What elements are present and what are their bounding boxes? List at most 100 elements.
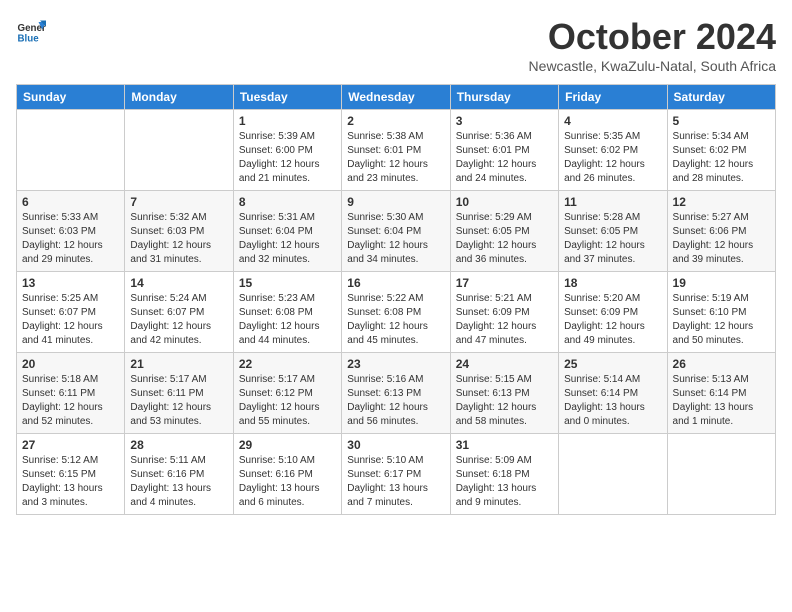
calendar-week-4: 20 Sunrise: 5:18 AM Sunset: 6:11 PM Dayli…	[17, 353, 776, 434]
day-number: 9	[347, 195, 444, 209]
day-number: 2	[347, 114, 444, 128]
day-info: Sunrise: 5:10 AM Sunset: 6:16 PM Dayligh…	[239, 454, 336, 510]
day-number: 15	[239, 276, 336, 290]
calendar-cell: 13 Sunrise: 5:25 AM Sunset: 6:07 PM Dayli…	[17, 272, 125, 353]
day-info: Sunrise: 5:10 AM Sunset: 6:17 PM Dayligh…	[347, 454, 444, 510]
calendar-cell: 1 Sunrise: 5:39 AM Sunset: 6:00 PM Daylig…	[233, 110, 341, 191]
day-info: Sunrise: 5:35 AM Sunset: 6:02 PM Dayligh…	[564, 130, 661, 186]
day-info: Sunrise: 5:36 AM Sunset: 6:01 PM Dayligh…	[456, 130, 553, 186]
location-title: Newcastle, KwaZulu-Natal, South Africa	[529, 58, 776, 74]
weekday-header-monday: Monday	[125, 85, 233, 110]
day-number: 10	[456, 195, 553, 209]
day-info: Sunrise: 5:25 AM Sunset: 6:07 PM Dayligh…	[22, 292, 119, 348]
calendar-cell: 21Sunrise: 5:17 AM Sunset: 6:11 PM Dayli…	[125, 353, 233, 434]
day-info: Sunrise: 5:19 AM Sunset: 6:10 PM Dayligh…	[673, 292, 770, 348]
day-info: Sunrise: 5:20 AM Sunset: 6:09 PM Dayligh…	[564, 292, 661, 348]
calendar-cell: 2Sunrise: 5:38 AM Sunset: 6:01 PM Daylig…	[342, 110, 450, 191]
day-info: Sunrise: 5:13 AM Sunset: 6:14 PM Dayligh…	[673, 373, 770, 429]
day-info: Sunrise: 5:17 AM Sunset: 6:12 PM Dayligh…	[239, 373, 336, 429]
calendar-cell: 23 Sunrise: 5:16 AM Sunset: 6:13 PM Dayli…	[342, 353, 450, 434]
day-number: 6	[22, 195, 119, 209]
day-info: Sunrise: 5:22 AM Sunset: 6:08 PM Dayligh…	[347, 292, 444, 348]
day-info: Sunrise: 5:18 AM Sunset: 6:11 PM Dayligh…	[22, 373, 119, 429]
day-number: 16	[347, 276, 444, 290]
weekday-header-wednesday: Wednesday	[342, 85, 450, 110]
weekday-header-row: SundayMondayTuesdayWednesdayThursdayFrid…	[17, 85, 776, 110]
day-number: 27	[22, 438, 119, 452]
day-number: 26	[673, 357, 770, 371]
calendar-cell: 17 Sunrise: 5:21 AM Sunset: 6:09 PM Dayli…	[450, 272, 558, 353]
day-number: 20	[22, 357, 119, 371]
weekday-header-sunday: Sunday	[17, 85, 125, 110]
day-number: 8	[239, 195, 336, 209]
calendar-cell: 16 Sunrise: 5:22 AM Sunset: 6:08 PM Dayli…	[342, 272, 450, 353]
calendar-cell: 14Sunrise: 5:24 AM Sunset: 6:07 PM Dayli…	[125, 272, 233, 353]
calendar-cell: 15 Sunrise: 5:23 AM Sunset: 6:08 PM Dayli…	[233, 272, 341, 353]
weekday-header-saturday: Saturday	[667, 85, 775, 110]
day-number: 28	[130, 438, 227, 452]
day-number: 7	[130, 195, 227, 209]
calendar-cell: 3 Sunrise: 5:36 AM Sunset: 6:01 PM Daylig…	[450, 110, 558, 191]
calendar-cell	[125, 110, 233, 191]
day-number: 1	[239, 114, 336, 128]
day-number: 3	[456, 114, 553, 128]
day-number: 13	[22, 276, 119, 290]
day-info: Sunrise: 5:30 AM Sunset: 6:04 PM Dayligh…	[347, 211, 444, 267]
day-info: Sunrise: 5:21 AM Sunset: 6:09 PM Dayligh…	[456, 292, 553, 348]
day-info: Sunrise: 5:31 AM Sunset: 6:04 PM Dayligh…	[239, 211, 336, 267]
day-info: Sunrise: 5:16 AM Sunset: 6:13 PM Dayligh…	[347, 373, 444, 429]
calendar-cell: 22Sunrise: 5:17 AM Sunset: 6:12 PM Dayli…	[233, 353, 341, 434]
calendar-cell: 8 Sunrise: 5:31 AM Sunset: 6:04 PM Daylig…	[233, 191, 341, 272]
day-info: Sunrise: 5:23 AM Sunset: 6:08 PM Dayligh…	[239, 292, 336, 348]
logo-icon: General Blue	[16, 16, 46, 46]
day-number: 21	[130, 357, 227, 371]
title-section: October 2024 Newcastle, KwaZulu-Natal, S…	[529, 16, 776, 74]
day-number: 12	[673, 195, 770, 209]
calendar-cell: 12 Sunrise: 5:27 AM Sunset: 6:06 PM Dayli…	[667, 191, 775, 272]
day-info: Sunrise: 5:14 AM Sunset: 6:14 PM Dayligh…	[564, 373, 661, 429]
calendar-cell: 28Sunrise: 5:11 AM Sunset: 6:16 PM Dayli…	[125, 434, 233, 515]
calendar-cell: 9 Sunrise: 5:30 AM Sunset: 6:04 PM Daylig…	[342, 191, 450, 272]
calendar-week-1: 1 Sunrise: 5:39 AM Sunset: 6:00 PM Daylig…	[17, 110, 776, 191]
day-info: Sunrise: 5:39 AM Sunset: 6:00 PM Dayligh…	[239, 130, 336, 186]
calendar-cell	[667, 434, 775, 515]
calendar-cell: 30 Sunrise: 5:10 AM Sunset: 6:17 PM Dayli…	[342, 434, 450, 515]
day-number: 19	[673, 276, 770, 290]
weekday-header-thursday: Thursday	[450, 85, 558, 110]
day-number: 4	[564, 114, 661, 128]
calendar-cell: 11 Sunrise: 5:28 AM Sunset: 6:05 PM Dayli…	[559, 191, 667, 272]
calendar-cell: 6Sunrise: 5:33 AM Sunset: 6:03 PM Daylig…	[17, 191, 125, 272]
day-number: 30	[347, 438, 444, 452]
day-number: 23	[347, 357, 444, 371]
calendar-cell: 27 Sunrise: 5:12 AM Sunset: 6:15 PM Dayli…	[17, 434, 125, 515]
svg-text:Blue: Blue	[18, 34, 40, 45]
calendar-week-5: 27 Sunrise: 5:12 AM Sunset: 6:15 PM Dayli…	[17, 434, 776, 515]
calendar-cell	[559, 434, 667, 515]
day-info: Sunrise: 5:28 AM Sunset: 6:05 PM Dayligh…	[564, 211, 661, 267]
day-number: 29	[239, 438, 336, 452]
day-number: 11	[564, 195, 661, 209]
calendar-cell: 25Sunrise: 5:14 AM Sunset: 6:14 PM Dayli…	[559, 353, 667, 434]
calendar-cell: 4 Sunrise: 5:35 AM Sunset: 6:02 PM Daylig…	[559, 110, 667, 191]
month-title: October 2024	[529, 16, 776, 58]
day-number: 24	[456, 357, 553, 371]
weekday-header-friday: Friday	[559, 85, 667, 110]
calendar-cell: 5Sunrise: 5:34 AM Sunset: 6:02 PM Daylig…	[667, 110, 775, 191]
day-info: Sunrise: 5:12 AM Sunset: 6:15 PM Dayligh…	[22, 454, 119, 510]
day-info: Sunrise: 5:32 AM Sunset: 6:03 PM Dayligh…	[130, 211, 227, 267]
calendar-week-3: 13 Sunrise: 5:25 AM Sunset: 6:07 PM Dayli…	[17, 272, 776, 353]
day-info: Sunrise: 5:15 AM Sunset: 6:13 PM Dayligh…	[456, 373, 553, 429]
day-info: Sunrise: 5:27 AM Sunset: 6:06 PM Dayligh…	[673, 211, 770, 267]
calendar-cell: 24 Sunrise: 5:15 AM Sunset: 6:13 PM Dayli…	[450, 353, 558, 434]
day-info: Sunrise: 5:24 AM Sunset: 6:07 PM Dayligh…	[130, 292, 227, 348]
weekday-header-tuesday: Tuesday	[233, 85, 341, 110]
day-number: 5	[673, 114, 770, 128]
calendar-table: SundayMondayTuesdayWednesdayThursdayFrid…	[16, 84, 776, 515]
calendar-cell: 31Sunrise: 5:09 AM Sunset: 6:18 PM Dayli…	[450, 434, 558, 515]
calendar-cell: 26 Sunrise: 5:13 AM Sunset: 6:14 PM Dayli…	[667, 353, 775, 434]
day-info: Sunrise: 5:09 AM Sunset: 6:18 PM Dayligh…	[456, 454, 553, 510]
page-header: General Blue October 2024 Newcastle, Kwa…	[16, 16, 776, 74]
day-number: 17	[456, 276, 553, 290]
calendar-cell: 7 Sunrise: 5:32 AM Sunset: 6:03 PM Daylig…	[125, 191, 233, 272]
calendar-cell: 20 Sunrise: 5:18 AM Sunset: 6:11 PM Dayli…	[17, 353, 125, 434]
